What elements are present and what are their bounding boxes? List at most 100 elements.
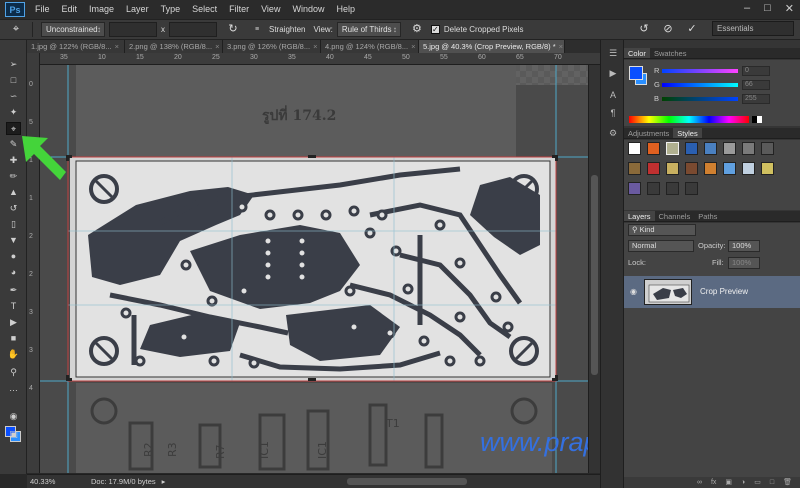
style-swatch[interactable] (723, 142, 736, 155)
eyedropper-tool-icon[interactable]: ✎ (6, 138, 21, 151)
style-swatch[interactable] (685, 162, 698, 175)
cancel-icon[interactable]: ⊘ (660, 22, 676, 37)
tab-adjustments[interactable]: Adjustments (624, 128, 673, 138)
menu-type[interactable]: Type (155, 0, 187, 19)
clone-stamp-tool-icon[interactable]: ▲ (6, 186, 21, 199)
hand-tool-icon[interactable]: ✋ (6, 348, 21, 361)
black-white-swatch[interactable] (752, 116, 762, 123)
layer-filter-dropdown[interactable]: ⚲ Kind (628, 224, 696, 236)
menu-edit[interactable]: Edit (56, 0, 84, 19)
blend-mode-dropdown[interactable]: Normal (628, 240, 694, 252)
eye-icon[interactable]: ◉ (630, 287, 637, 296)
menu-select[interactable]: Select (186, 0, 223, 19)
zoom-tool-icon[interactable]: ⚲ (6, 366, 21, 379)
history-brush-tool-icon[interactable]: ↺ (6, 202, 21, 215)
height-field[interactable] (169, 22, 217, 37)
tab-close-icon[interactable]: × (411, 42, 415, 51)
ratio-dropdown[interactable]: Unconstrained (41, 22, 105, 37)
tab-swatches[interactable]: Swatches (650, 48, 691, 58)
commit-icon[interactable]: ✓ (684, 22, 700, 37)
layer-name[interactable]: Crop Preview (700, 287, 748, 296)
document-canvas[interactable]: รูปที่ 174.2 R2 R3 R7 IC1 IC1 T1 (40, 65, 588, 473)
style-swatch[interactable] (628, 142, 641, 155)
fx-icon[interactable]: fx (711, 477, 716, 488)
tab-document-5[interactable]: 5.jpg @ 40.3% (Crop Preview, RGB/8) * × (419, 40, 565, 53)
scrollbar-thumb[interactable] (591, 175, 598, 375)
menu-help[interactable]: Help (330, 0, 361, 19)
overlay-dropdown[interactable]: Rule of Thirds (336, 22, 401, 37)
quick-select-tool-icon[interactable]: ✦ (6, 106, 21, 119)
tab-document-2[interactable]: 2.png @ 138% (RGB/8... × (125, 40, 223, 53)
workspace-dropdown[interactable]: Essentials (712, 21, 794, 36)
reset-icon[interactable]: ↺ (636, 22, 652, 37)
link-layers-icon[interactable]: ∞ (697, 477, 702, 488)
b-value[interactable]: 255 (742, 94, 770, 104)
quick-mask-icon[interactable]: ◉ (6, 410, 21, 423)
tab-document-4[interactable]: 4.png @ 124% (RGB/8... × (321, 40, 419, 53)
style-swatch[interactable] (742, 142, 755, 155)
style-swatch[interactable] (704, 162, 717, 175)
brush-tool-icon[interactable]: ✏ (6, 170, 21, 183)
adjustment-layer-icon[interactable]: ◑ (741, 477, 745, 488)
tab-color[interactable]: Color (624, 48, 650, 58)
straighten-label[interactable]: Straighten (269, 25, 305, 34)
minimize-icon[interactable]: – (744, 2, 750, 15)
r-slider[interactable] (662, 69, 738, 73)
style-swatch[interactable] (647, 182, 660, 195)
eraser-tool-icon[interactable]: ▯ (6, 218, 21, 231)
style-swatch[interactable] (761, 142, 774, 155)
tab-styles[interactable]: Styles (673, 128, 702, 138)
vertical-scrollbar[interactable] (588, 65, 600, 473)
menu-image[interactable]: Image (83, 0, 120, 19)
tab-document-1[interactable]: 1.jpg @ 122% (RGB/8... × (27, 40, 125, 53)
g-slider[interactable] (662, 83, 738, 87)
history-icon[interactable]: ☰ (607, 48, 619, 58)
style-swatch[interactable] (666, 182, 679, 195)
style-swatch[interactable] (742, 162, 755, 175)
style-swatch[interactable] (647, 142, 660, 155)
maximize-icon[interactable]: □ (764, 2, 771, 15)
screen-mode-icon[interactable]: ▣ (6, 428, 21, 441)
menu-view[interactable]: View (255, 0, 286, 19)
tab-close-icon[interactable]: × (559, 42, 563, 51)
tab-close-icon[interactable]: × (215, 42, 219, 51)
style-swatch[interactable] (647, 162, 660, 175)
style-swatch[interactable] (723, 162, 736, 175)
properties-icon[interactable]: ⚙ (607, 128, 619, 138)
menu-filter[interactable]: Filter (223, 0, 255, 19)
blur-tool-icon[interactable]: ● (6, 250, 21, 263)
zoom-level[interactable]: 40.33% (27, 477, 61, 486)
actions-icon[interactable]: ▶ (607, 68, 619, 78)
dodge-tool-icon[interactable]: ◕ (6, 266, 21, 279)
paint-bucket-tool-icon[interactable]: ▼ (6, 234, 21, 247)
opacity-field[interactable]: 100% (728, 240, 760, 252)
new-group-icon[interactable]: ▭ (754, 477, 761, 488)
style-swatch[interactable] (685, 142, 698, 155)
swap-dimensions-icon[interactable]: ↻ (225, 22, 241, 37)
tab-close-icon[interactable]: × (115, 42, 119, 51)
lasso-tool-icon[interactable]: ∽ (6, 90, 21, 103)
extra-tools-icon[interactable]: … (6, 382, 21, 395)
r-value[interactable]: 0 (742, 66, 770, 76)
style-swatch[interactable] (666, 142, 679, 155)
tab-close-icon[interactable]: × (313, 42, 317, 51)
style-swatch[interactable] (704, 142, 717, 155)
style-swatch[interactable] (685, 182, 698, 195)
delete-layer-icon[interactable]: 🗑 (783, 477, 792, 488)
width-field[interactable] (109, 22, 157, 37)
healing-brush-tool-icon[interactable]: ✚ (6, 154, 21, 167)
new-layer-icon[interactable]: □ (770, 477, 774, 488)
pen-tool-icon[interactable]: ✒ (6, 284, 21, 297)
path-select-tool-icon[interactable]: ▶ (6, 316, 21, 329)
menu-file[interactable]: File (29, 0, 56, 19)
tab-channels[interactable]: Channels (655, 211, 695, 221)
menu-window[interactable]: Window (286, 0, 330, 19)
paragraph-icon[interactable]: ¶ (607, 108, 619, 118)
rectangle-tool-icon[interactable]: ■ (6, 332, 21, 345)
horizontal-scrollbar[interactable] (347, 478, 467, 485)
layer-row[interactable]: ◉ Crop Preview (624, 276, 800, 308)
type-tool-icon[interactable]: T (6, 300, 21, 313)
style-swatch[interactable] (666, 162, 679, 175)
tab-layers[interactable]: Layers (624, 211, 655, 221)
crop-tool-icon[interactable]: ⌖ (6, 122, 21, 135)
